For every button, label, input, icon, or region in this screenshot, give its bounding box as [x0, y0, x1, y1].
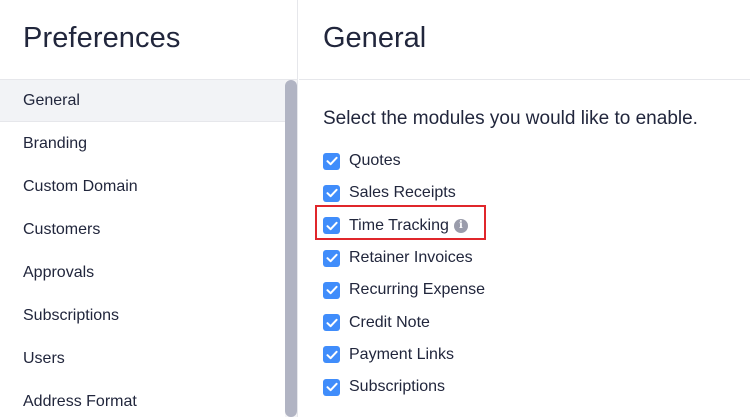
quotes-label: Quotes: [349, 152, 401, 170]
retainer-invoices-checkbox[interactable]: [323, 249, 340, 267]
sidebar-item-general[interactable]: General: [0, 80, 297, 122]
module-retainer-invoices: Retainer Invoices: [323, 242, 485, 274]
credit-note-label: Credit Note: [349, 313, 430, 331]
payment-links-label: Payment Links: [349, 345, 454, 363]
modules-intro-text: Select the modules you would like to ena…: [323, 108, 698, 129]
sidebar-scrollbar[interactable]: [285, 80, 297, 417]
sales-receipts-label: Sales Receipts: [349, 184, 456, 202]
sales-receipts-checkbox[interactable]: [323, 184, 340, 202]
sidebar-item-branding[interactable]: Branding: [0, 122, 297, 165]
main-panel: General Select the modules you would lik…: [299, 0, 750, 417]
module-credit-note: Credit Note: [323, 306, 485, 338]
checkmark-icon: [326, 189, 338, 198]
sidebar-title: Preferences: [23, 22, 181, 54]
checkmark-icon: [326, 383, 338, 392]
preferences-sidebar: Preferences General Branding Custom Doma…: [0, 0, 298, 417]
checkmark-icon: [326, 318, 338, 327]
sidebar-item-custom-domain[interactable]: Custom Domain: [0, 165, 297, 208]
sidebar-item-approvals[interactable]: Approvals: [0, 251, 297, 294]
sidebar-item-customers[interactable]: Customers: [0, 208, 297, 251]
checkmark-icon: [326, 156, 338, 166]
checkmark-icon: [326, 350, 338, 360]
sidebar-item-address-format[interactable]: Address Format: [0, 380, 297, 417]
recurring-expense-checkbox[interactable]: [323, 281, 340, 299]
recurring-expense-label: Recurring Expense: [349, 281, 486, 299]
checkmark-icon: [326, 286, 338, 295]
sidebar-header: Preferences: [0, 0, 297, 80]
scrollbar-thumb[interactable]: [285, 80, 297, 417]
subscriptions-checkbox[interactable]: [323, 378, 340, 396]
sidebar-item-users[interactable]: Users: [0, 337, 297, 380]
retainer-invoices-label: Retainer Invoices: [349, 249, 473, 267]
checkmark-icon: [326, 253, 338, 263]
module-recurring-expense: Recurring Expense: [323, 274, 485, 306]
modules-list: Quotes Sales Receipts Time Tracking i Re…: [323, 145, 485, 403]
subscriptions-label: Subscriptions: [349, 378, 446, 396]
payment-links-checkbox[interactable]: [323, 346, 340, 364]
quotes-checkbox[interactable]: [323, 152, 340, 170]
module-subscriptions: Subscriptions: [323, 371, 485, 403]
main-header: General: [299, 0, 750, 80]
highlight-box: [315, 205, 486, 240]
module-payment-links: Payment Links: [323, 339, 485, 371]
page-title: General: [323, 22, 427, 54]
sidebar-nav: General Branding Custom Domain Customers…: [0, 80, 297, 417]
module-quotes: Quotes: [323, 145, 485, 177]
credit-note-checkbox[interactable]: [323, 314, 340, 332]
sidebar-item-subscriptions[interactable]: Subscriptions: [0, 294, 297, 337]
